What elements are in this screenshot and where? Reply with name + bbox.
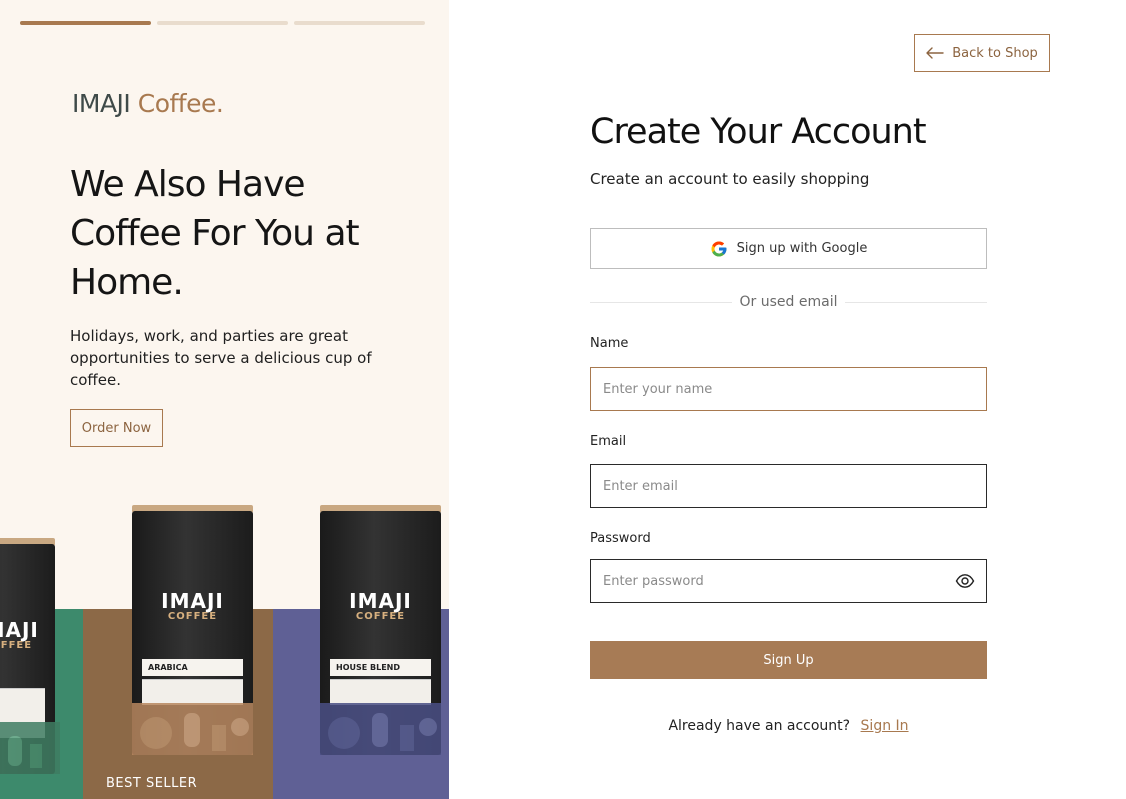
bag-pattern bbox=[0, 722, 60, 774]
bag-label: ARABICA bbox=[142, 659, 243, 676]
brand-logo[interactable]: IMAJI Coffee. bbox=[72, 89, 224, 118]
product-bag-house-blend[interactable]: IMAJI COFFEE HOUSE BLEND bbox=[320, 505, 441, 755]
bag-brand-text: IMAJI bbox=[0, 618, 39, 642]
sign-up-button[interactable]: Sign Up bbox=[590, 641, 987, 679]
product-bag-arabica[interactable]: IMAJI COFFEE ARABICA bbox=[132, 505, 253, 755]
email-input[interactable] bbox=[590, 464, 987, 508]
signin-prompt-row: Already have an account? Sign In bbox=[590, 718, 987, 734]
order-now-button[interactable]: Order Now bbox=[70, 409, 163, 447]
eye-icon[interactable] bbox=[955, 571, 975, 591]
bag-brand-text: IMAJI bbox=[349, 589, 412, 613]
brand-name: IMAJI bbox=[72, 89, 131, 118]
bag-brand-text: IMAJI bbox=[161, 589, 224, 613]
best-seller-badge: BEST SELLER bbox=[106, 776, 198, 791]
name-label: Name bbox=[590, 336, 629, 351]
back-to-shop-button[interactable]: Back to Shop bbox=[914, 34, 1050, 72]
bag-info-lines bbox=[330, 679, 431, 705]
name-input[interactable] bbox=[590, 367, 987, 411]
sign-in-link[interactable]: Sign In bbox=[861, 718, 909, 734]
back-to-shop-label: Back to Shop bbox=[952, 45, 1038, 61]
bag-label: HOUSE BLEND bbox=[330, 659, 431, 676]
email-divider: Or used email bbox=[590, 292, 988, 312]
bag-sub-text: COFFEE bbox=[355, 611, 406, 622]
google-signup-button[interactable]: Sign up with Google bbox=[590, 228, 987, 269]
progress-segment[interactable] bbox=[157, 21, 288, 25]
brand-suffix: Coffee. bbox=[137, 89, 224, 118]
password-label: Password bbox=[590, 531, 651, 546]
form-title: Create Your Account bbox=[590, 112, 927, 152]
divider-line bbox=[845, 301, 988, 303]
google-icon bbox=[711, 241, 727, 256]
product-bag-partial[interactable]: IMAJI COFFEE bbox=[0, 538, 60, 774]
form-subtitle: Create an account to easily shopping bbox=[590, 170, 870, 188]
hero-description: Holidays, work, and parties are great op… bbox=[70, 327, 372, 389]
progress-segment-active[interactable] bbox=[20, 21, 151, 25]
carousel-progress bbox=[20, 21, 425, 25]
divider-line bbox=[590, 301, 732, 303]
bag-sub-text: COFFEE bbox=[0, 640, 33, 651]
bag-pattern bbox=[132, 703, 253, 755]
divider-text: Or used email bbox=[739, 294, 838, 310]
bag-info-lines bbox=[142, 679, 243, 705]
bag-sub-text: COFFEE bbox=[167, 611, 218, 622]
password-input[interactable] bbox=[590, 559, 987, 603]
progress-segment[interactable] bbox=[294, 21, 425, 25]
google-signup-label: Sign up with Google bbox=[736, 241, 868, 256]
signin-prompt-text: Already have an account? bbox=[668, 718, 851, 734]
hero-headline: We Also Have Coffee For You at Home. bbox=[70, 164, 360, 303]
email-label: Email bbox=[590, 434, 627, 449]
arrow-left-icon bbox=[926, 47, 944, 59]
bag-pattern bbox=[320, 703, 441, 755]
promo-panel: IMAJI Coffee. We Also Have Coffee For Yo… bbox=[0, 0, 449, 799]
